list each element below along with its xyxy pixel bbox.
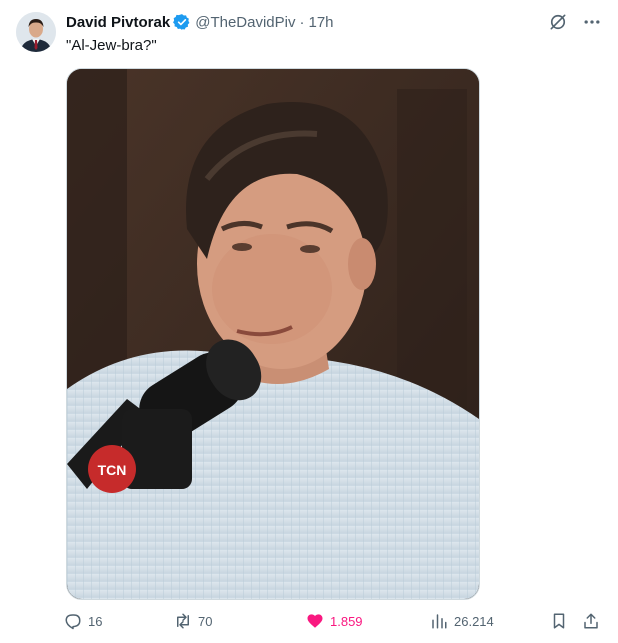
verified-badge-icon — [173, 13, 191, 31]
separator-dot: · — [299, 13, 305, 31]
timestamp[interactable]: 17h — [308, 14, 333, 31]
bookmark-icon — [550, 612, 568, 630]
tweet-text: "Al-Jew-bra?" — [66, 37, 157, 54]
avatar[interactable] — [16, 12, 56, 52]
repost-button[interactable]: 70 — [174, 608, 212, 634]
share-button[interactable] — [582, 608, 606, 634]
like-button[interactable]: 1.859 — [306, 608, 363, 634]
tweet-photo[interactable]: TCN — [66, 68, 480, 600]
views-icon — [430, 612, 448, 630]
mic-logo-text: TCN — [98, 462, 127, 478]
repost-icon — [174, 612, 192, 630]
reply-icon — [64, 612, 82, 630]
share-icon — [582, 612, 600, 630]
views-button[interactable]: 26.214 — [430, 608, 494, 634]
tweet-header: David Pivtorak @TheDavidPiv · 17h — [66, 12, 334, 32]
more-icon[interactable] — [582, 12, 602, 32]
grok-icon[interactable] — [548, 12, 568, 32]
repost-count: 70 — [198, 613, 213, 629]
reply-button[interactable]: 16 — [64, 608, 102, 634]
tweet-actions: 16 70 1.859 26.214 — [62, 608, 608, 634]
like-count: 1.859 — [330, 613, 363, 629]
bookmark-button[interactable] — [550, 608, 574, 634]
top-actions — [548, 12, 602, 32]
reply-count: 16 — [88, 613, 103, 629]
author-name[interactable]: David Pivtorak — [66, 14, 170, 31]
author-handle[interactable]: @TheDavidPiv — [195, 14, 295, 31]
heart-icon — [306, 612, 324, 630]
tweet[interactable]: David Pivtorak @TheDavidPiv · 17h "Al-Je — [0, 0, 618, 643]
views-count: 26.214 — [454, 613, 494, 629]
